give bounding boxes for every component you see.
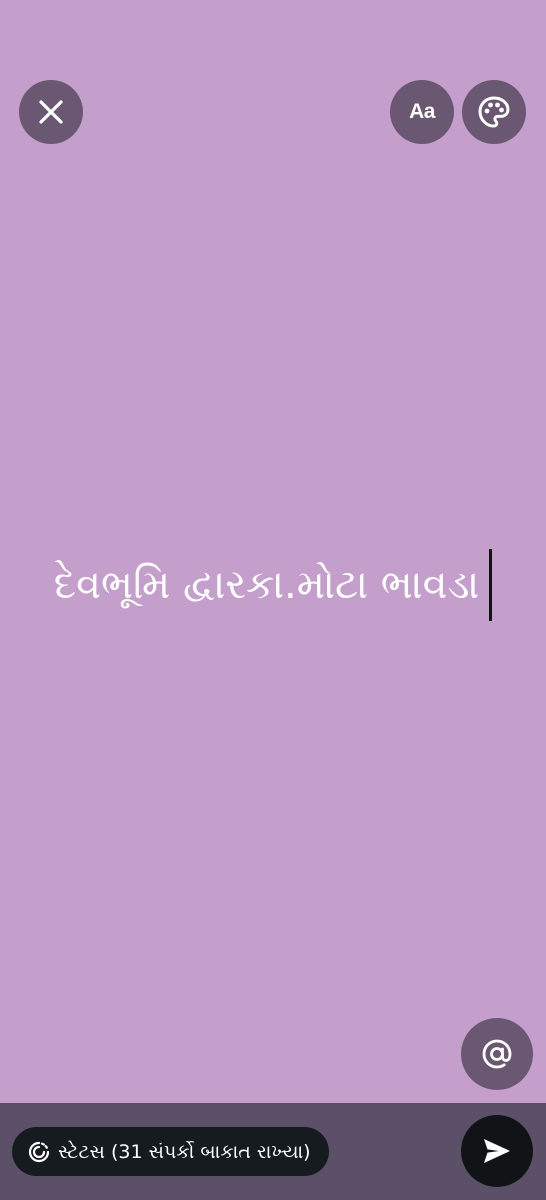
at-sign-icon — [482, 1039, 512, 1069]
status-text-area[interactable]: દેવભૂમિ દ્વારકા.મોટા ભાવડા — [0, 545, 546, 625]
text-cursor — [489, 549, 493, 621]
send-icon — [484, 1139, 510, 1163]
color-palette-button[interactable] — [462, 80, 526, 144]
status-privacy-icon — [28, 1141, 50, 1162]
status-privacy-button[interactable]: સ્ટેટસ (31 સંપર્કો બાકાત રાખ્યા) — [12, 1127, 329, 1176]
send-button[interactable] — [461, 1115, 533, 1187]
palette-icon — [478, 96, 510, 128]
font-style-button[interactable]: Aa — [390, 80, 454, 144]
font-style-label: Aa — [409, 100, 435, 123]
status-text[interactable]: દેવભૂમિ દ્વારકા.મોટા ભાવડા — [54, 565, 480, 605]
mention-button[interactable] — [461, 1018, 533, 1090]
close-icon — [39, 100, 63, 124]
status-privacy-label: સ્ટેટસ (31 સંપર્કો બાકાત રાખ્યા) — [58, 1140, 311, 1163]
close-button[interactable] — [19, 80, 83, 144]
